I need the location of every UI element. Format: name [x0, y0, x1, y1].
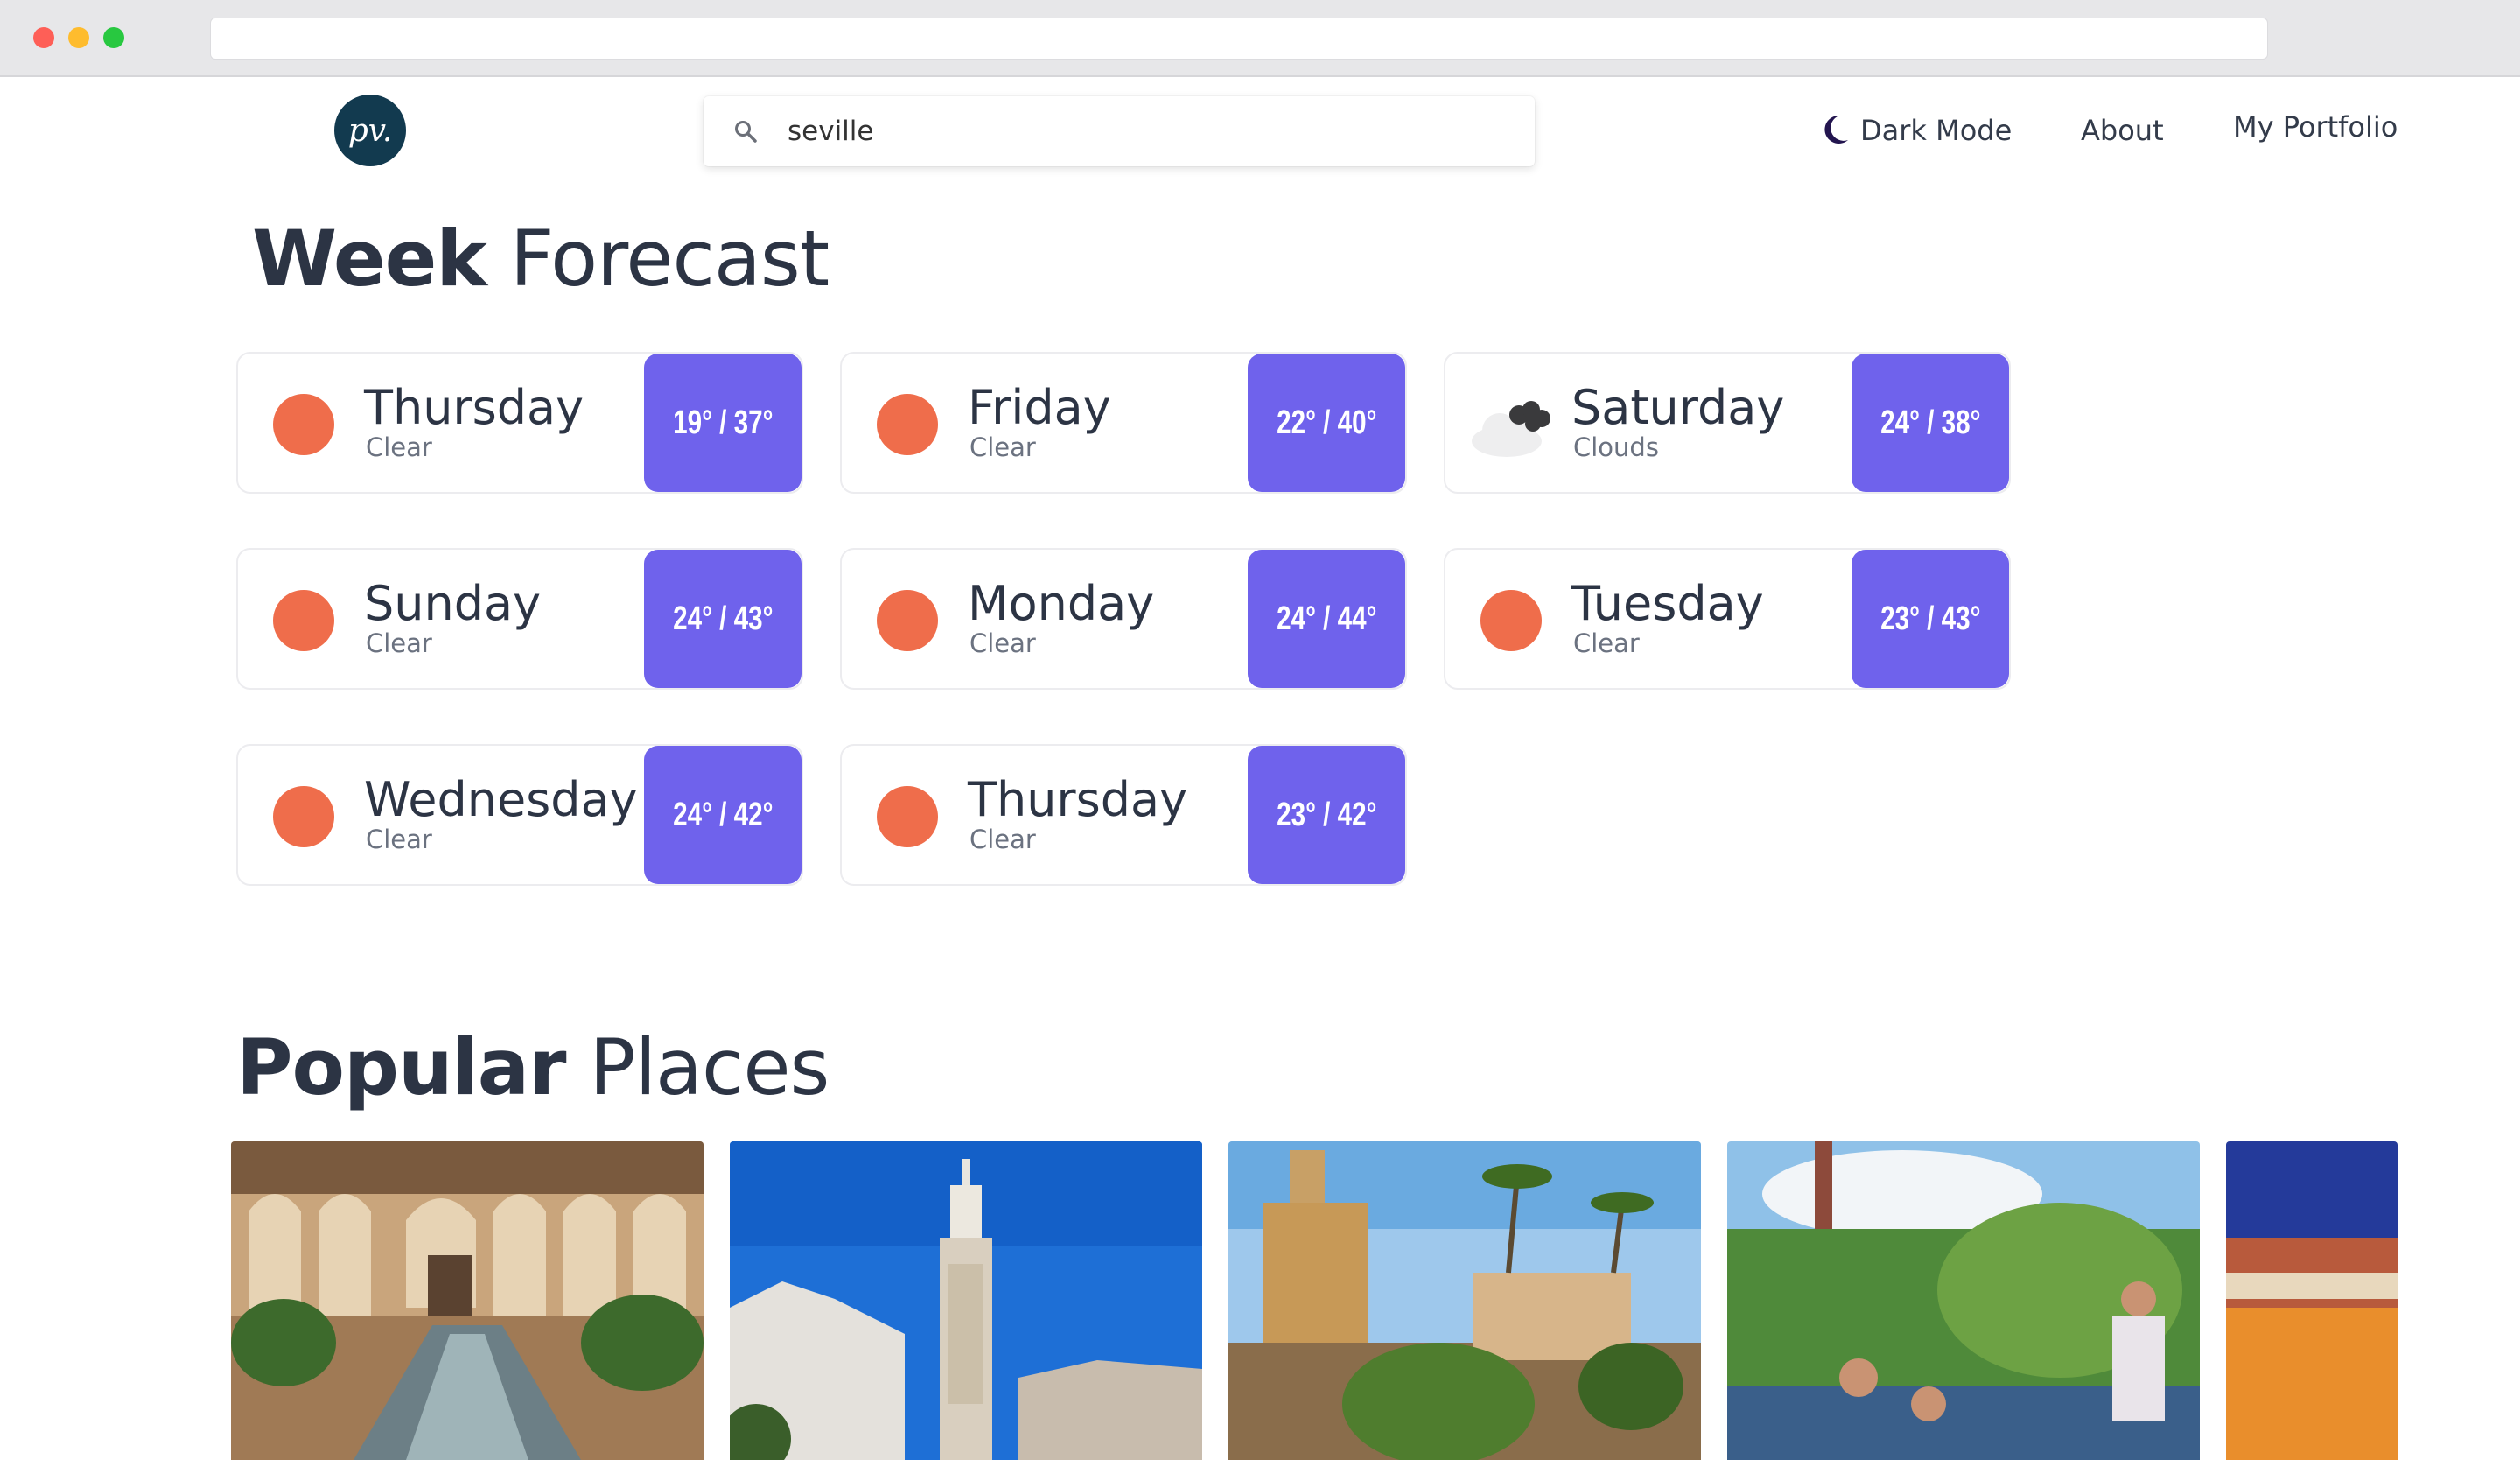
address-bar[interactable] [210, 18, 2268, 60]
sun-icon [1480, 590, 1542, 651]
window-close-button[interactable] [33, 27, 54, 48]
forecast-day: Friday [968, 380, 1111, 435]
forecast-temp: 19° / 37° [644, 354, 802, 492]
forecast-day: Monday [968, 576, 1155, 631]
browser-chrome [0, 0, 2520, 77]
place-image[interactable] [730, 1141, 1202, 1460]
forecast-card: Sunday Clear 24° / 43° [236, 548, 803, 690]
place-image-bullring [2226, 1141, 2398, 1460]
forecast-desc: Clear [970, 628, 1036, 658]
places-title: Popular Places [236, 1022, 830, 1113]
forecast-desc: Clear [366, 432, 432, 462]
forecast-day: Sunday [364, 576, 542, 631]
forecast-desc: Clear [366, 628, 432, 658]
place-image[interactable] [1727, 1141, 2200, 1460]
forecast-temp: 24° / 44° [1248, 550, 1405, 688]
forecast-day: Thursday [364, 380, 584, 435]
window-maximize-button[interactable] [103, 27, 124, 48]
forecast-desc: Clear [366, 825, 432, 854]
sun-icon [273, 590, 334, 651]
sun-icon [273, 394, 334, 455]
moon-icon [1824, 115, 1848, 144]
forecast-day: Wednesday [364, 772, 638, 827]
nav-about-link[interactable]: About [2081, 114, 2164, 147]
window-minimize-button[interactable] [68, 27, 89, 48]
forecast-temp: 24° / 42° [644, 746, 802, 884]
place-image-isla-magica [1727, 1141, 2200, 1460]
sun-icon [273, 786, 334, 847]
forecast-card: Thursday Clear 19° / 37° [236, 352, 803, 494]
nav-portfolio-link[interactable]: My Portfolio [2233, 110, 2398, 144]
forecast-desc: Clear [970, 432, 1036, 462]
place-image[interactable] [1228, 1141, 1701, 1460]
forecast-title-bold: Week [252, 214, 487, 304]
forecast-card: Wednesday Clear 24° / 42° [236, 744, 803, 886]
forecast-card: Thursday Clear 23° / 42° [840, 744, 1407, 886]
forecast-day: Thursday [968, 772, 1188, 827]
logo-text: pv. [347, 112, 393, 149]
sun-icon [877, 786, 938, 847]
forecast-card: Tuesday Clear 23° / 43° [1444, 548, 2011, 690]
forecast-card: Saturday Clouds 24° / 38° [1444, 352, 2011, 494]
places-title-bold: Popular [236, 1022, 567, 1113]
forecast-temp: 23° / 43° [1852, 550, 2009, 688]
forecast-day: Tuesday [1572, 576, 1764, 631]
site-logo[interactable]: pv. [334, 95, 406, 166]
forecast-temp: 24° / 43° [644, 550, 802, 688]
place-image[interactable] [2226, 1141, 2398, 1460]
place-image-alcazar [231, 1141, 704, 1460]
forecast-card: Monday Clear 24° / 44° [840, 548, 1407, 690]
forecast-card: Friday Clear 22° / 40° [840, 352, 1407, 494]
place-image[interactable] [231, 1141, 704, 1460]
place-image-torre-del-oro [1228, 1141, 1701, 1460]
forecast-desc: Clear [1573, 628, 1640, 658]
place-image-giralda [730, 1141, 1202, 1460]
search-icon [735, 121, 757, 143]
forecast-title: Week Forecast [252, 214, 830, 304]
forecast-desc: Clear [970, 825, 1036, 854]
forecast-temp: 22° / 40° [1248, 354, 1405, 492]
sun-icon [877, 394, 938, 455]
places-title-rest: Places [589, 1022, 830, 1113]
search-box[interactable] [704, 96, 1535, 166]
forecast-day: Saturday [1572, 380, 1785, 435]
forecast-temp: 24° / 38° [1852, 354, 2009, 492]
forecast-desc: Clouds [1573, 432, 1659, 462]
dark-mode-toggle[interactable]: Dark Mode [1860, 114, 2012, 147]
search-input[interactable] [788, 112, 1505, 151]
forecast-temp: 23° / 42° [1248, 746, 1405, 884]
sun-icon [877, 590, 938, 651]
forecast-title-rest: Forecast [509, 214, 830, 304]
cloud-icon [1472, 401, 1550, 457]
